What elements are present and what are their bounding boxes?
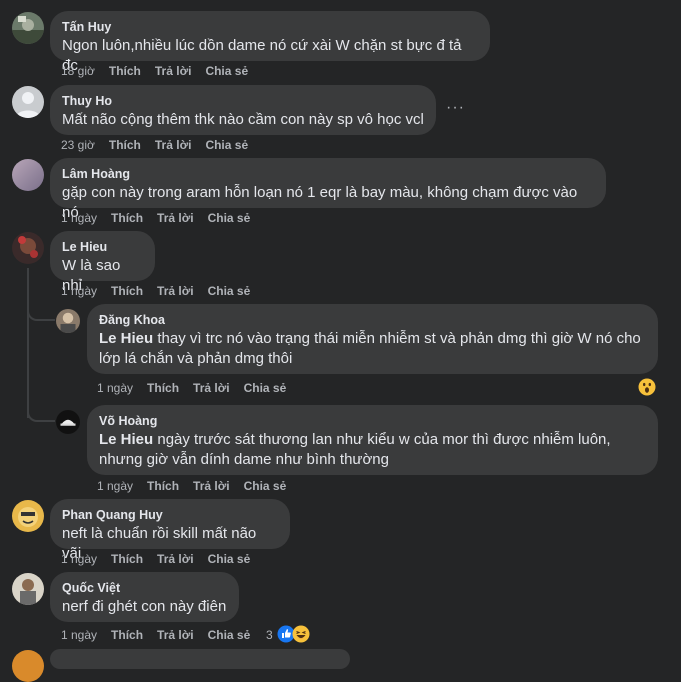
reply-actions: 1 ngày Thích Trả lời Chia sẻ: [97, 479, 300, 493]
wow-reaction-icon[interactable]: [638, 378, 656, 396]
reply-button[interactable]: Trả lời: [157, 628, 194, 642]
like-button[interactable]: Thích: [147, 381, 179, 395]
share-button[interactable]: Chia sẻ: [244, 479, 287, 493]
comment-bubble: Quốc Việt nerf đi ghét con này điên: [50, 572, 239, 622]
comment-actions: 18 giờ Thích Trả lời Chia sẻ: [61, 64, 262, 78]
comment-actions: 1 ngày Thích Trả lời Chia sẻ: [61, 211, 264, 225]
like-button[interactable]: Thích: [109, 64, 141, 78]
commenter-name[interactable]: Le Hieu: [62, 239, 143, 255]
reaction-count[interactable]: 3: [266, 628, 273, 642]
avatar[interactable]: [12, 12, 44, 44]
share-button[interactable]: Chia sẻ: [208, 628, 251, 642]
timestamp[interactable]: 1 ngày: [97, 479, 133, 493]
comment-bubble: Thuy Ho Mất não cộng thêm thk nào cầm co…: [50, 85, 436, 135]
reply-connector: [27, 305, 55, 321]
mention-link[interactable]: Le Hieu: [99, 330, 153, 347]
commenter-name[interactable]: Phan Quang Huy: [62, 507, 278, 523]
share-button[interactable]: Chia sẻ: [205, 64, 248, 78]
reply-connector: [27, 406, 55, 422]
reply-bubble: Đăng Khoa Le Hieu thay vì trc nó vào trạ…: [87, 304, 658, 374]
avatar[interactable]: [56, 309, 80, 333]
comment-bubble: Phan Quang Huy neft là chuẩn rồi skill m…: [50, 499, 290, 562]
avatar[interactable]: [12, 500, 44, 532]
reply-actions: 1 ngày Thích Trả lời Chia sẻ: [97, 381, 300, 395]
reply-text-line2: lớp lá chắn và phản dmg thôi: [99, 350, 293, 367]
comment-text: nerf đi ghét con này điên: [62, 598, 227, 615]
comment-text: Mất não cộng thêm thk nào cầm con này sp…: [62, 111, 424, 128]
like-button[interactable]: Thích: [111, 628, 143, 642]
avatar[interactable]: [12, 86, 44, 118]
share-button[interactable]: Chia sẻ: [208, 552, 251, 566]
haha-reaction-icon[interactable]: [292, 625, 310, 643]
reply-button[interactable]: Trả lời: [193, 381, 230, 395]
avatar[interactable]: [12, 650, 44, 682]
reply-bubble: Võ Hoàng Le Hieu ngày trước sát thương l…: [87, 405, 658, 475]
commenter-name[interactable]: Thuy Ho: [62, 93, 424, 109]
share-button[interactable]: Chia sẻ: [208, 211, 251, 225]
timestamp[interactable]: 1 ngày: [97, 381, 133, 395]
reply-button[interactable]: Trả lời: [157, 552, 194, 566]
comment-bubble: [50, 649, 350, 669]
mention-link[interactable]: Le Hieu: [99, 431, 153, 448]
timestamp[interactable]: 1 ngày: [61, 552, 97, 566]
like-button[interactable]: Thích: [147, 479, 179, 493]
timestamp[interactable]: 1 ngày: [61, 211, 97, 225]
comment-actions: 1 ngày Thích Trả lời Chia sẻ: [61, 552, 264, 566]
timestamp[interactable]: 1 ngày: [61, 284, 97, 298]
avatar[interactable]: [12, 573, 44, 605]
like-button[interactable]: Thích: [111, 552, 143, 566]
reply-text: Le Hieu ngày trước sát thương lan như ki…: [99, 430, 646, 470]
comment-bubble: Le Hieu W là sao nhỉ: [50, 231, 155, 294]
commenter-name[interactable]: Lâm Hoàng: [62, 166, 594, 182]
reply-button[interactable]: Trả lời: [155, 138, 192, 152]
comment-bubble: Tấn Huy Ngon luôn,nhiều lúc dồn dame nó …: [50, 11, 490, 74]
commenter-name[interactable]: Tấn Huy: [62, 19, 478, 35]
reply-button[interactable]: Trả lời: [193, 479, 230, 493]
like-button[interactable]: Thích: [111, 284, 143, 298]
reply-button[interactable]: Trả lời: [157, 211, 194, 225]
avatar[interactable]: [56, 410, 80, 434]
reply-thread-line: [27, 268, 29, 418]
like-button[interactable]: Thích: [111, 211, 143, 225]
reply-text: Le Hieu thay vì trc nó vào trạng thái mi…: [99, 329, 646, 369]
share-button[interactable]: Chia sẻ: [208, 284, 251, 298]
reply-button[interactable]: Trả lời: [155, 64, 192, 78]
commenter-name[interactable]: Quốc Việt: [62, 580, 227, 596]
share-button[interactable]: Chia sẻ: [205, 138, 248, 152]
comment-actions: 23 giờ Thích Trả lời Chia sẻ: [61, 138, 262, 152]
reply-text-line1: ngày trước sát thương lan như kiểu w của…: [153, 431, 611, 448]
comment-actions: 1 ngày Thích Trả lời Chia sẻ: [61, 628, 264, 642]
reply-text-line2: nhưng giờ vẫn dính dame như bình thường: [99, 451, 389, 468]
comment-bubble: Lâm Hoàng gặp con này trong aram hỗn loạ…: [50, 158, 606, 221]
reply-button[interactable]: Trả lời: [157, 284, 194, 298]
avatar[interactable]: [12, 232, 44, 264]
timestamp[interactable]: 23 giờ: [61, 138, 95, 152]
timestamp[interactable]: 18 giờ: [61, 64, 95, 78]
share-button[interactable]: Chia sẻ: [244, 381, 287, 395]
timestamp[interactable]: 1 ngày: [61, 628, 97, 642]
commenter-name[interactable]: Võ Hoàng: [99, 413, 646, 429]
reply-text-line1: thay vì trc nó vào trạng thái miễn nhiễm…: [153, 330, 641, 347]
commenter-name[interactable]: Đăng Khoa: [99, 312, 646, 328]
like-button[interactable]: Thích: [109, 138, 141, 152]
more-options-button[interactable]: ···: [446, 99, 465, 117]
avatar[interactable]: [12, 159, 44, 191]
comment-actions: 1 ngày Thích Trả lời Chia sẻ: [61, 284, 264, 298]
